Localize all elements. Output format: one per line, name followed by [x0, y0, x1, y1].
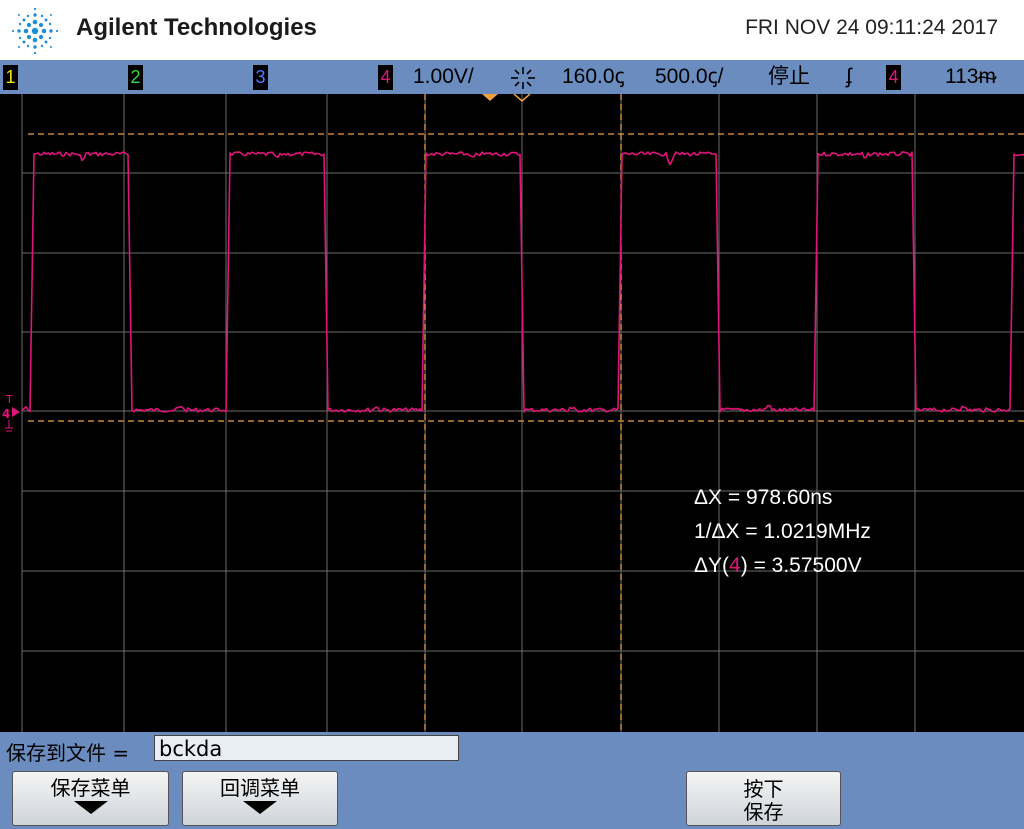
delta-x-label: ΔX	[694, 486, 723, 509]
press-label: 按下	[743, 777, 784, 801]
time-per-div: 500.0ꞔ/	[655, 65, 724, 88]
save-file-bar: 保存到文件 = bckda	[0, 732, 1024, 766]
recall-menu-label: 回调菜单	[220, 776, 300, 800]
trigger-slope-icon: ʄ	[846, 65, 852, 88]
delta-y-readout: ΔY(4) = 3.57500V	[694, 554, 862, 578]
save-label: 保存	[743, 800, 784, 824]
recall-menu-softkey[interactable]: 回调菜单	[182, 771, 338, 826]
channel-3-indicator[interactable]: 3	[253, 65, 268, 90]
waveform-graticule: T 4	[2, 93, 1024, 732]
time-position: 160.0ꞔ	[562, 65, 625, 88]
delta-x-value: = 978.60ns	[727, 486, 833, 509]
down-arrow-icon	[243, 801, 277, 814]
channel-4-indicator[interactable]: 4	[378, 65, 393, 90]
press-to-save-softkey[interactable]: 按下 保存	[686, 771, 841, 826]
filename-field[interactable]: bckda	[154, 735, 459, 761]
ground-reference-marker: T 4	[2, 393, 20, 432]
channel-marker-label: 4	[2, 407, 10, 421]
run-state: 停止	[768, 65, 810, 88]
delta-y-label-post: )	[740, 554, 748, 577]
delta-x-readout: ΔX = 978.60ns	[694, 486, 832, 510]
agilent-spark-logo	[11, 7, 59, 55]
graticule-grid	[21, 94, 1024, 732]
delta-y-channel: 4	[729, 554, 741, 577]
status-bar: 1 2 3 4 1.00V/ 160.0ꞔ 500.0ꞔ/ 停止 ʄ 4 113…	[0, 60, 1024, 94]
trigger-channel: 4	[886, 65, 901, 90]
channel-2-indicator[interactable]: 2	[128, 65, 143, 90]
inverse-delta-x-readout: 1/ΔX = 1.0219MHz	[694, 520, 871, 544]
volts-per-div: 1.00V/	[413, 65, 474, 88]
inverse-delta-x-label: 1/ΔX	[694, 520, 740, 543]
inverse-delta-x-value: = 1.0219MHz	[745, 520, 871, 543]
trigger-level: 113ᵯ	[945, 65, 996, 88]
save-menu-softkey[interactable]: 保存菜单	[12, 771, 169, 826]
trigger-marker-label: T	[5, 393, 13, 406]
save-menu-label: 保存菜单	[50, 776, 131, 800]
delta-y-label-pre: ΔY(	[694, 554, 730, 577]
channel-1-indicator[interactable]: 1	[3, 65, 18, 90]
trigger-position-marker	[482, 94, 498, 101]
channel-4-trace	[21, 151, 1024, 413]
waveform-display: T 4	[0, 93, 1024, 732]
save-to-file-label: 保存到文件 =	[6, 741, 130, 765]
down-arrow-icon	[73, 801, 108, 814]
datetime-display: FRI NOV 24 09:11:24 2017	[745, 16, 998, 39]
brand-name: Agilent Technologies	[76, 14, 317, 41]
horizontal-position-icon	[511, 67, 535, 89]
delta-y-value: = 3.57500V	[753, 554, 862, 577]
softkey-bar: 保存菜单 回调菜单 按下 保存	[0, 766, 1024, 829]
header-bar: Agilent Technologies FRI NOV 24 09:11:24…	[0, 0, 1024, 60]
